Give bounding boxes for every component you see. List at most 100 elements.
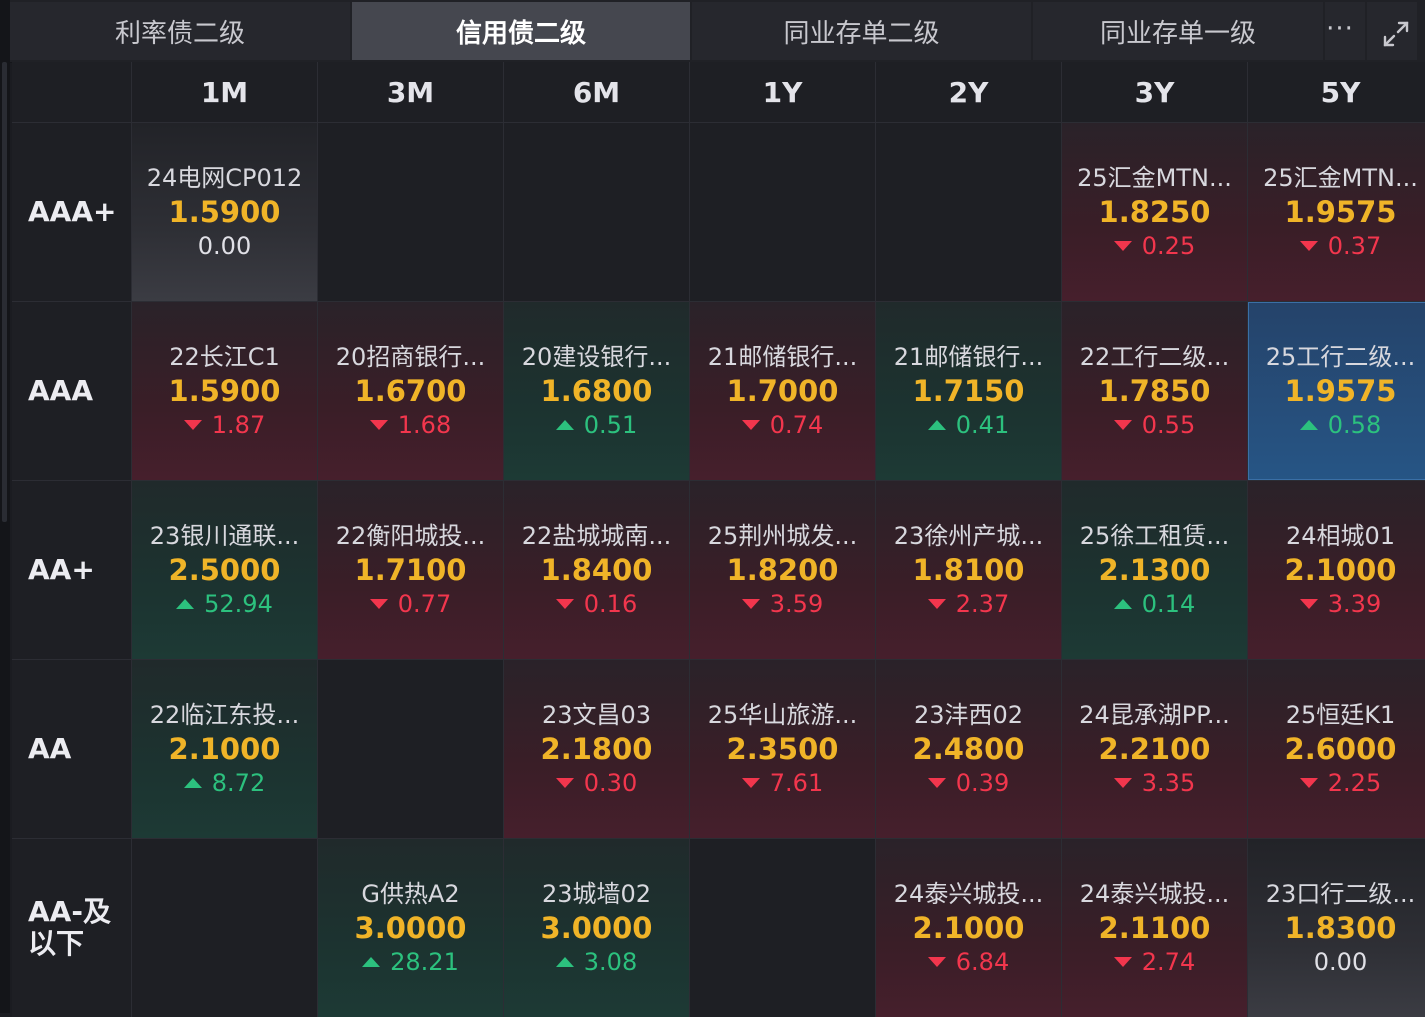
bond-yield: 2.1000 (912, 911, 1025, 945)
tab-ncd-primary[interactable]: 同业存单一级 (1033, 2, 1323, 60)
bond-change: 1.87 (183, 410, 265, 440)
tab-ncd-secondary[interactable]: 同业存单二级 (692, 2, 1031, 60)
triangle-down-icon (1299, 599, 1318, 609)
bond-cell-selected[interactable]: 25工行二级... 1.9575 0.58 (1248, 302, 1425, 480)
bond-name: 25华山旅游... (707, 701, 858, 729)
bond-change: 3.39 (1299, 589, 1382, 619)
bond-cell[interactable]: 25汇金MTN... 1.9575 0.37 (1248, 123, 1425, 301)
bond-cell[interactable]: 21邮储银行... 1.7000 0.74 (690, 302, 875, 480)
column-header-term: 2Y (876, 62, 1061, 122)
bond-cell[interactable]: 24电网CP012 1.5900 0.00 (132, 123, 317, 301)
bond-yield: 2.1300 (1098, 553, 1211, 587)
bond-cell[interactable]: 22衡阳城投... 1.7100 0.77 (318, 481, 503, 659)
column-header-term: 1Y (690, 62, 875, 122)
bond-yield: 1.8100 (912, 553, 1025, 587)
bond-change: 0.25 (1113, 231, 1195, 261)
bond-cell[interactable]: 21邮储银行... 1.7150 0.41 (876, 302, 1061, 480)
bond-cell[interactable]: 25荆州城发... 1.8200 3.59 (690, 481, 875, 659)
triangle-down-icon (927, 778, 946, 788)
bond-cell[interactable]: 22临江东投... 2.1000 8.72 (132, 660, 317, 838)
bond-yield: 2.1800 (540, 732, 653, 766)
row-label-rating: AA-及 以下 (12, 839, 131, 1017)
bond-cell[interactable]: 22长江C1 1.5900 1.87 (132, 302, 317, 480)
column-header-term: 5Y (1248, 62, 1425, 122)
bond-cell[interactable]: 22盐城城南... 1.8400 0.16 (504, 481, 689, 659)
bond-change-value: 7.61 (769, 769, 824, 797)
tab-credit-bonds-secondary[interactable]: 信用债二级 (352, 2, 690, 60)
bond-yield: 1.8250 (1098, 195, 1211, 229)
bond-name: 23徐州产城... (893, 522, 1044, 550)
bond-name: 23口行二级... (1265, 880, 1416, 908)
bond-cell[interactable]: 23银川通联... 2.5000 52.94 (132, 481, 317, 659)
rating-label-line: AA-及 (28, 895, 111, 928)
bond-yield: 1.9575 (1284, 374, 1397, 408)
triangle-up-icon (555, 420, 574, 430)
triangle-up-icon (1299, 420, 1318, 430)
bond-yield: 1.5900 (168, 374, 281, 408)
bond-change: 0.39 (927, 768, 1009, 798)
left-scroll-handle[interactable] (2, 62, 7, 522)
bond-yield: 1.8200 (726, 553, 839, 587)
bond-name: 21邮储银行... (893, 343, 1044, 371)
bond-cell[interactable]: 24泰兴城投... 2.1100 2.74 (1062, 839, 1247, 1017)
bond-change-value: 0.41 (955, 411, 1010, 439)
bond-change-value: 8.72 (211, 769, 266, 797)
column-header-term: 6M (504, 62, 689, 122)
bond-cell[interactable]: 25汇金MTN... 1.8250 0.25 (1062, 123, 1247, 301)
triangle-down-icon (1299, 241, 1318, 251)
row-label-rating: AAA+ (12, 123, 131, 301)
bond-change-value: 0.74 (769, 411, 824, 439)
bond-cell[interactable]: 22工行二级... 1.7850 0.55 (1062, 302, 1247, 480)
bond-cell[interactable]: 24昆承湖PP... 2.2100 3.35 (1062, 660, 1247, 838)
bond-change-value: 1.68 (397, 411, 452, 439)
triangle-down-icon (741, 778, 760, 788)
triangle-up-icon (927, 420, 946, 430)
bond-name: 22衡阳城投... (335, 522, 486, 550)
bond-cell[interactable]: 25徐工租赁... 2.1300 0.14 (1062, 481, 1247, 659)
empty-cell (504, 123, 689, 301)
bond-change: 0.41 (927, 410, 1010, 440)
bond-name: 25汇金MTN... (1077, 164, 1232, 192)
triangle-down-icon (1113, 957, 1132, 967)
rating-label-text: AAA (28, 375, 93, 407)
bond-name: 20建设银行... (521, 343, 672, 371)
bond-name: 23沣西02 (913, 701, 1024, 729)
bond-name: 24昆承湖PP... (1079, 701, 1230, 729)
tab-bar: 利率债二级 信用债二级 同业存单二级 同业存单一级 (10, 0, 1425, 63)
triangle-down-icon (741, 599, 760, 609)
bond-cell[interactable]: 23口行二级... 1.8300 0.00 (1248, 839, 1425, 1017)
bond-change-value: 3.39 (1327, 590, 1382, 618)
bond-cell[interactable]: 25恒廷K1 2.6000 2.25 (1248, 660, 1425, 838)
bond-cell[interactable]: 24相城01 2.1000 3.39 (1248, 481, 1425, 659)
more-tabs-icon[interactable]: ··· (1318, 16, 1362, 46)
bond-yield: 3.0000 (354, 911, 467, 945)
bond-cell[interactable]: 24泰兴城投... 2.1000 6.84 (876, 839, 1061, 1017)
bond-change: 0.55 (1113, 410, 1195, 440)
bond-yield: 2.4800 (912, 732, 1025, 766)
bond-cell[interactable]: 25华山旅游... 2.3500 7.61 (690, 660, 875, 838)
bond-change-value: 3.08 (583, 948, 638, 976)
bond-change-value: 0.37 (1327, 232, 1382, 260)
triangle-down-icon (555, 599, 574, 609)
rating-label-text: AA+ (28, 554, 95, 586)
tab-rate-bonds-secondary[interactable]: 利率债二级 (10, 2, 350, 60)
bond-change-value: 3.59 (769, 590, 824, 618)
bond-cell[interactable]: 23城墙02 3.0000 3.08 (504, 839, 689, 1017)
expand-icon[interactable] (1376, 14, 1416, 54)
bond-yield-grid: 1M 3M 6M 1Y 2Y 3Y 5Y AAA+ 24电网CP012 1.5900 0.00 25汇… (12, 62, 1425, 1017)
bond-change: 0.37 (1299, 231, 1382, 261)
bond-change-value: 6.84 (955, 948, 1010, 976)
rating-label-line: AA (28, 732, 72, 765)
bond-change-value: 0.14 (1141, 590, 1196, 618)
bond-cell[interactable]: 23文昌03 2.1800 0.30 (504, 660, 689, 838)
bond-cell[interactable]: 23徐州产城... 1.8100 2.37 (876, 481, 1061, 659)
grid-corner (12, 62, 131, 122)
bond-cell[interactable]: 20招商银行... 1.6700 1.68 (318, 302, 503, 480)
bond-cell[interactable]: 23沣西02 2.4800 0.39 (876, 660, 1061, 838)
bond-change: 7.61 (741, 768, 824, 798)
bond-cell[interactable]: 20建设银行... 1.6800 0.51 (504, 302, 689, 480)
bond-cell[interactable]: G供热A2 3.0000 28.21 (318, 839, 503, 1017)
bond-name: 22临江东投... (149, 701, 300, 729)
bond-name: 23文昌03 (541, 701, 652, 729)
bond-name: 24泰兴城投... (1079, 880, 1230, 908)
